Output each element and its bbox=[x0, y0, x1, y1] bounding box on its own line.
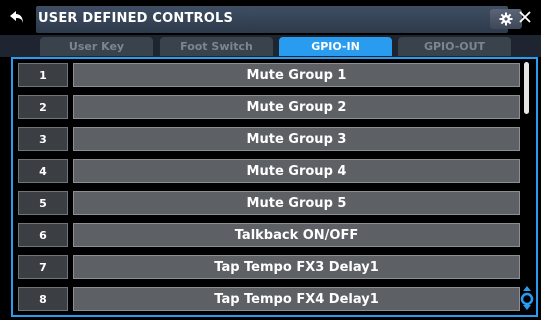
row-number: 8 bbox=[18, 287, 68, 311]
list-item[interactable]: 5 Mute Group 5 bbox=[16, 191, 520, 215]
close-icon bbox=[519, 11, 531, 23]
row-function-button[interactable]: Mute Group 2 bbox=[73, 95, 520, 119]
list-item[interactable]: 4 Mute Group 4 bbox=[16, 159, 520, 183]
scrollbar[interactable] bbox=[520, 62, 534, 312]
back-button[interactable] bbox=[6, 6, 30, 30]
row-function-button[interactable]: Mute Group 5 bbox=[73, 191, 520, 215]
row-function-button[interactable]: Mute Group 4 bbox=[73, 159, 520, 183]
tab-foot-switch[interactable]: Foot Switch bbox=[160, 37, 273, 56]
row-number: 4 bbox=[18, 159, 68, 183]
list-item[interactable]: 3 Mute Group 3 bbox=[16, 127, 520, 151]
row-number: 3 bbox=[18, 127, 68, 151]
tab-gpio-out[interactable]: GPIO-OUT bbox=[398, 37, 511, 56]
tab-bar: User Key Foot Switch GPIO-IN GPIO-OUT bbox=[0, 35, 541, 57]
row-number: 1 bbox=[18, 63, 68, 87]
list-item[interactable]: 2 Mute Group 2 bbox=[16, 95, 520, 119]
tab-user-key[interactable]: User Key bbox=[40, 37, 153, 56]
list-item[interactable]: 8 Tap Tempo FX4 Delay1 bbox=[16, 287, 520, 311]
row-function-button[interactable]: Tap Tempo FX3 Delay1 bbox=[73, 255, 520, 279]
row-function-button[interactable]: Mute Group 1 bbox=[73, 63, 520, 87]
title-bar: USER DEFINED CONTROLS bbox=[0, 0, 541, 35]
row-number: 2 bbox=[18, 95, 68, 119]
row-number: 6 bbox=[18, 223, 68, 247]
gear-icon bbox=[499, 12, 513, 26]
page-title: USER DEFINED CONTROLS bbox=[38, 11, 234, 26]
row-function-button[interactable]: Talkback ON/OFF bbox=[73, 223, 520, 247]
list-item[interactable]: 7 Tap Tempo FX3 Delay1 bbox=[16, 255, 520, 279]
list-item[interactable]: 1 Mute Group 1 bbox=[16, 63, 520, 87]
row-function-button[interactable]: Mute Group 3 bbox=[73, 127, 520, 151]
gpio-in-list: 1 Mute Group 1 2 Mute Group 2 3 Mute Gro… bbox=[11, 57, 538, 317]
row-function-button[interactable]: Tap Tempo FX4 Delay1 bbox=[73, 287, 520, 311]
list-item[interactable]: 6 Talkback ON/OFF bbox=[16, 223, 520, 247]
title-panel: USER DEFINED CONTROLS bbox=[36, 6, 522, 33]
tab-gpio-in[interactable]: GPIO-IN bbox=[279, 37, 392, 56]
scroll-knob[interactable] bbox=[520, 285, 534, 311]
scrollbar-thumb[interactable] bbox=[524, 62, 529, 114]
scroll-knob-icon bbox=[520, 286, 534, 310]
close-button[interactable] bbox=[514, 6, 536, 28]
back-arrow-icon bbox=[10, 11, 23, 23]
row-number: 7 bbox=[18, 255, 68, 279]
row-number: 5 bbox=[18, 191, 68, 215]
